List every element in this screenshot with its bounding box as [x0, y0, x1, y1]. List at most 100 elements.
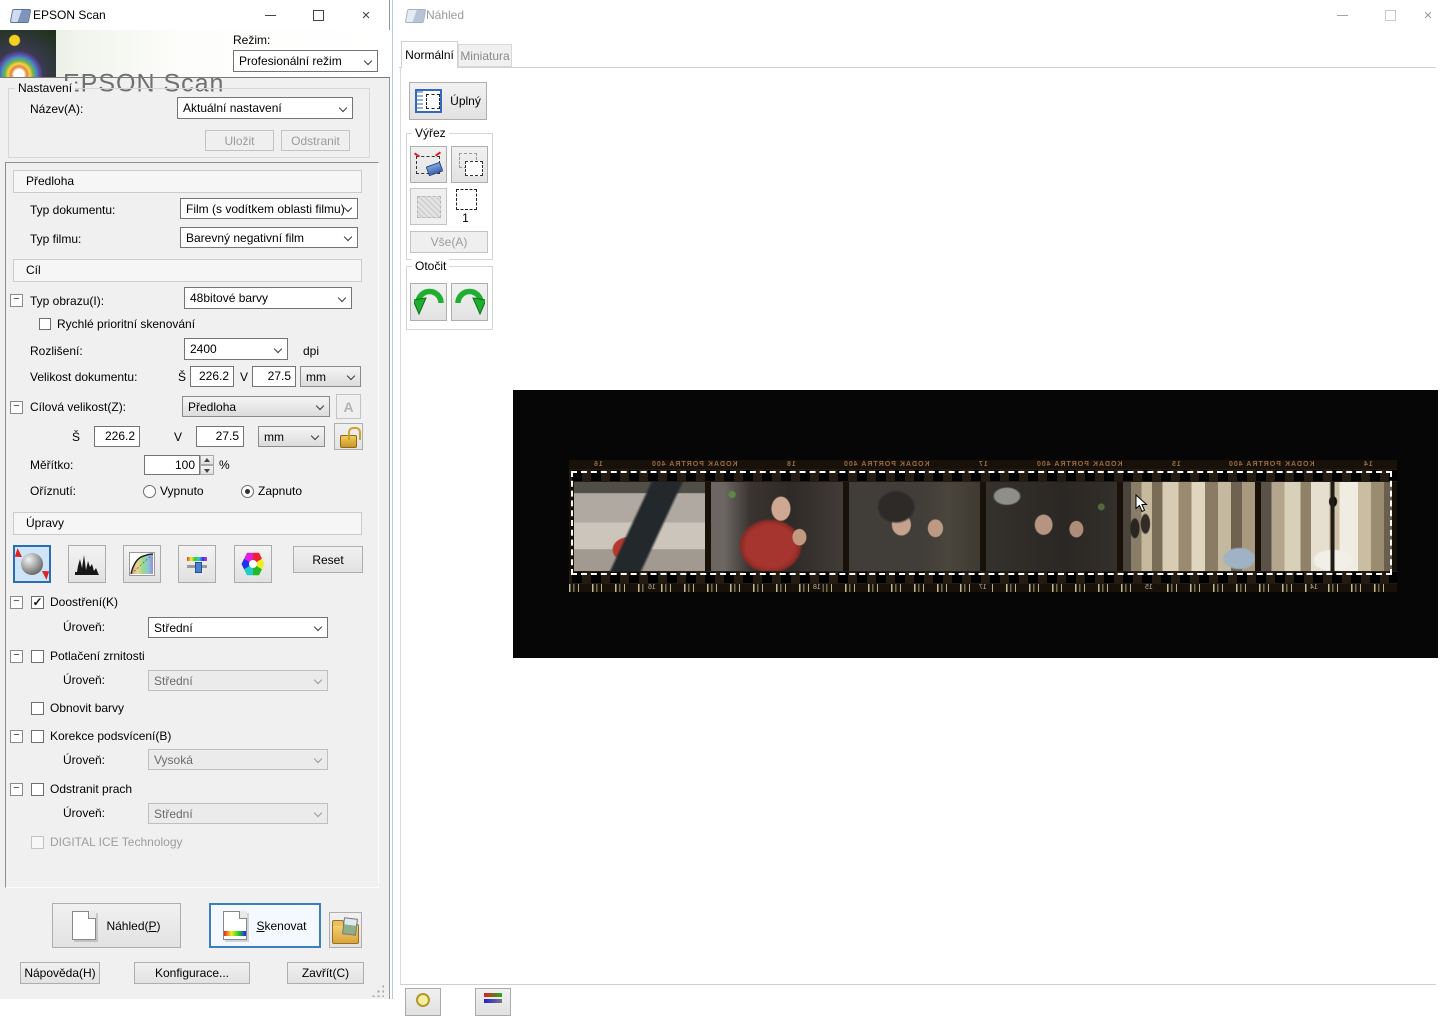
minimize-button[interactable] [1318, 0, 1366, 30]
doc-size-label: Velikost dokumentu: [30, 370, 137, 385]
close-dialog-button[interactable]: Zavřít(C) [287, 962, 364, 984]
sharpen-label: Doostření(K) [50, 595, 118, 610]
trimming-off-radio[interactable] [143, 485, 156, 498]
preview-window: Náhled × Normální Miniatura Úplný Výřez [392, 0, 1441, 999]
chevron-down-icon [311, 432, 320, 441]
target-height-input[interactable]: 27.5 [196, 426, 244, 447]
trimming-on-label: Zapnuto [258, 484, 302, 499]
digital-ice-label: DIGITAL ICE Technology [50, 835, 183, 850]
file-save-settings-button[interactable] [329, 912, 362, 948]
resolution-select[interactable]: 2400 [184, 338, 288, 360]
chevron-down-icon [314, 809, 323, 818]
resolution-unit-label: dpi [303, 344, 319, 359]
scale-label: Měřítko: [30, 458, 73, 473]
auto-exposure-button[interactable] [13, 545, 51, 583]
dust-level-select[interactable]: Střední [148, 803, 328, 824]
preview-titlebar[interactable]: Náhled × [393, 0, 1441, 30]
marquee-count: 1 [456, 211, 475, 226]
tab-page-bottom-border [400, 984, 1436, 985]
reset-button[interactable]: Reset [293, 546, 363, 573]
configuration-button[interactable]: Konfigurace... [134, 962, 250, 984]
doc-height-input[interactable]: 27.5 [252, 366, 296, 387]
rotate-left-button[interactable] [410, 283, 447, 321]
tab-thumbnail[interactable]: Miniatura [458, 44, 512, 67]
help-button[interactable]: Nápověda(H) [20, 962, 100, 984]
sharpen-level-select[interactable]: Střední [148, 617, 328, 638]
mouse-cursor [1135, 494, 1148, 513]
delete-marquee-button[interactable] [410, 146, 447, 183]
film-type-label: Typ filmu: [30, 232, 81, 247]
target-size-select[interactable]: Předloha [182, 396, 330, 417]
grain-collapse-button[interactable] [10, 650, 23, 663]
full-preview-button[interactable]: Úplný [409, 82, 487, 120]
app-scanner-icon [405, 9, 426, 23]
digital-ice-checkbox[interactable] [31, 836, 44, 849]
tab-normal[interactable]: Normální [401, 41, 458, 68]
backlight-checkbox[interactable] [31, 730, 44, 743]
close-button[interactable]: × [342, 0, 390, 30]
doc-size-unit-select[interactable]: mm [300, 366, 361, 387]
doc-width-input[interactable]: 226.2 [190, 366, 234, 387]
film-type-select[interactable]: Barevný negativní film [180, 227, 358, 248]
close-button[interactable]: × [1414, 0, 1441, 30]
doc-type-label: Typ dokumentu: [30, 203, 115, 218]
preview-canvas[interactable]: 16 KODAK PORTRA 400 18 KODAK PORTRA 400 … [513, 390, 1438, 658]
target-size-collapse-button[interactable] [10, 401, 23, 414]
resize-marquee-button[interactable] [410, 188, 447, 225]
titlebar[interactable]: EPSON Scan × [0, 0, 389, 30]
trimming-on-radio[interactable] [241, 485, 254, 498]
doc-type-select[interactable]: Film (s vodítkem oblasti filmu)) [180, 198, 358, 219]
scan-button[interactable]: Skenovat [209, 903, 321, 948]
density-tool-button[interactable] [475, 988, 511, 1016]
maximize-button[interactable] [1366, 0, 1414, 30]
preview-window-title: Náhled [426, 0, 464, 30]
grain-level-select[interactable]: Střední [148, 670, 328, 691]
sharpen-checkbox[interactable] [31, 596, 44, 609]
chevron-down-icon [339, 104, 348, 113]
scale-input[interactable]: 100 [144, 455, 200, 475]
save-button[interactable]: Uložit [205, 130, 274, 151]
target-name-button[interactable]: A [336, 394, 361, 419]
spinner-up-icon[interactable] [200, 455, 214, 465]
mode-select[interactable]: Profesionální režim [233, 50, 378, 72]
target-unit-select[interactable]: mm [258, 426, 325, 447]
chevron-down-icon [314, 623, 323, 632]
tone-curve-button[interactable] [123, 545, 161, 583]
preview-button[interactable]: Náhled(P) [52, 903, 181, 948]
image-adjustment-button[interactable] [178, 545, 216, 583]
restore-colors-checkbox[interactable] [31, 702, 44, 715]
dust-checkbox[interactable] [31, 783, 44, 796]
trimming-label: Oříznutí: [30, 484, 76, 499]
duplicate-marquee-button[interactable] [451, 146, 488, 183]
lock-proportions-button[interactable] [334, 423, 363, 450]
delete-button[interactable]: Odstranit [281, 130, 350, 151]
histogram-button[interactable] [68, 545, 106, 583]
target-width-input[interactable]: 226.2 [94, 426, 140, 447]
dust-collapse-button[interactable] [10, 783, 23, 796]
spinner-down-icon[interactable] [200, 465, 214, 475]
maximize-button[interactable] [294, 0, 342, 30]
backlight-level-select[interactable]: Vysoká [148, 749, 328, 770]
auto-exposure-icon [21, 553, 43, 575]
resize-grip[interactable] [371, 984, 384, 997]
settings-name-label: Název(A): [30, 102, 83, 117]
grain-checkbox[interactable] [31, 650, 44, 663]
zoom-tool-button[interactable] [405, 988, 441, 1016]
selection-marquee[interactable] [571, 471, 1392, 575]
image-type-collapse-button[interactable] [10, 294, 23, 307]
minimize-button[interactable] [246, 0, 294, 30]
rotate-right-button[interactable] [451, 283, 488, 321]
backlight-collapse-button[interactable] [10, 730, 23, 743]
all-marquees-button[interactable]: Vše(A) [410, 231, 488, 253]
minimize-icon [265, 15, 276, 16]
open-lock-icon [340, 435, 357, 448]
settings-name-select[interactable]: Aktuální nastavení [177, 97, 353, 119]
color-palette-button[interactable] [234, 545, 272, 583]
image-type-select[interactable]: 48bitové barvy [184, 287, 352, 309]
marquee-indicator-icon [456, 189, 477, 210]
scale-spinner[interactable] [200, 455, 214, 475]
fast-scan-checkbox[interactable] [39, 318, 51, 330]
color-palette-icon [241, 552, 265, 576]
sharpen-collapse-button[interactable] [10, 596, 23, 609]
resize-marquee-icon [417, 196, 441, 218]
